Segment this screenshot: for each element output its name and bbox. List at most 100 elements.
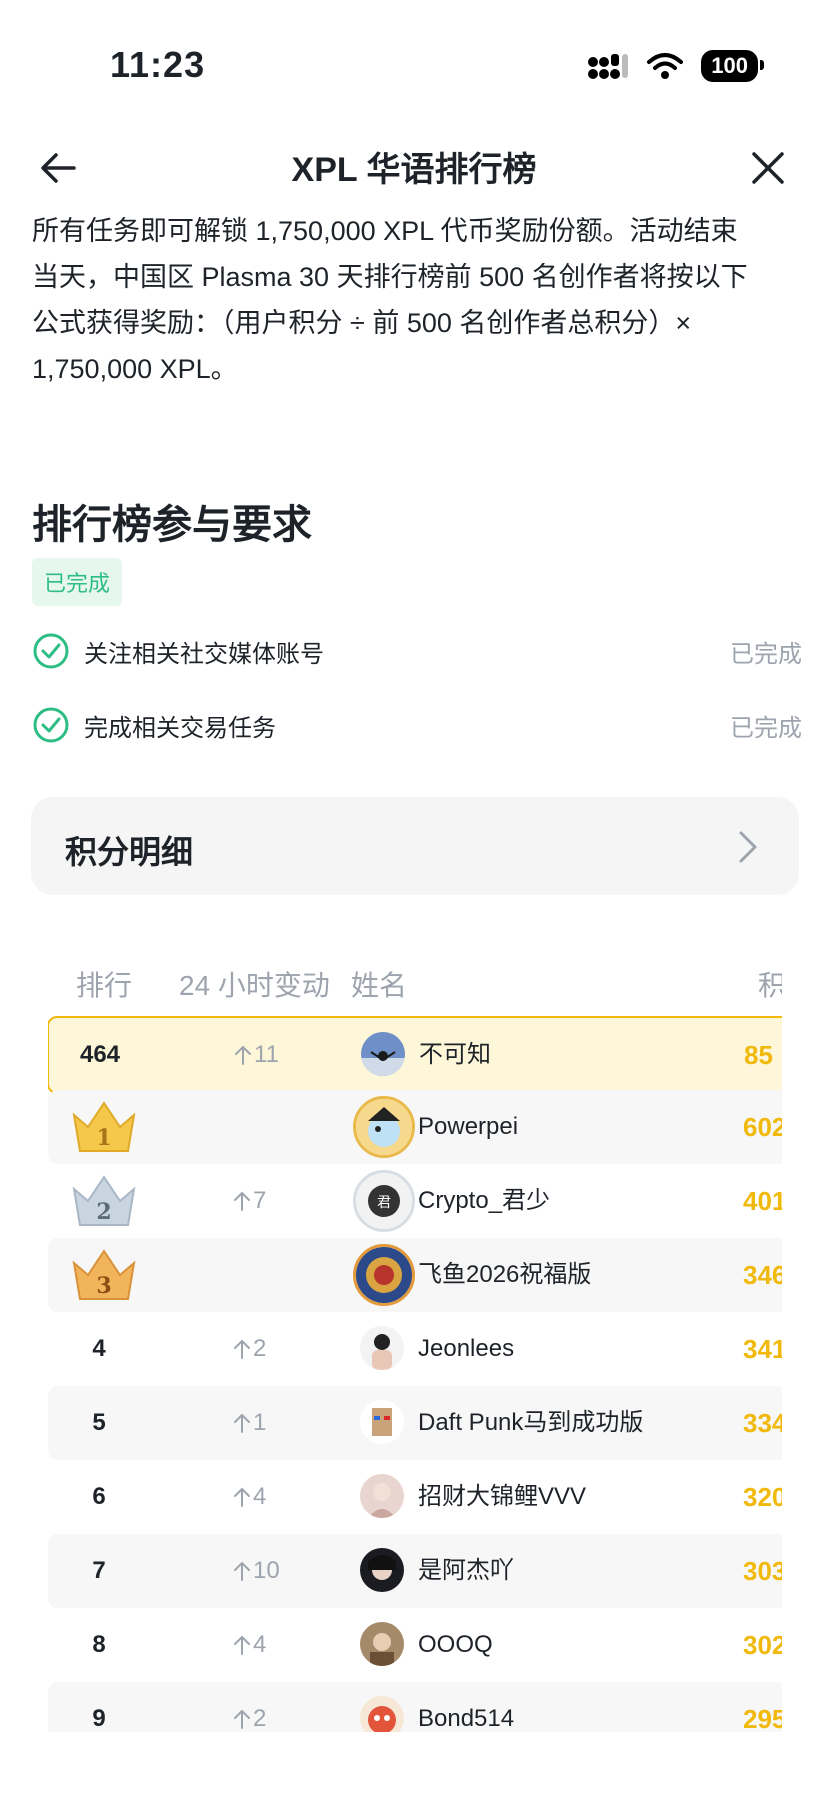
svg-text:君: 君 — [377, 1195, 391, 1211]
battery-indicator: 100 — [701, 50, 764, 82]
table-row[interactable]: 6 4 招财大锦鲤VVV 320 — [48, 1460, 782, 1534]
rank-change: 11 — [234, 1018, 279, 1092]
user-name: Bond514 — [418, 1705, 515, 1732]
status-icons: 100 — [587, 50, 764, 82]
table-row[interactable]: 4 2 Jeonlees 341 — [48, 1312, 782, 1386]
svg-text:2: 2 — [96, 1199, 111, 1225]
my-rank-row[interactable]: 464 11 不可知 85 — [48, 1016, 782, 1094]
arrow-up-icon — [234, 1635, 250, 1655]
chevron-right-icon — [739, 831, 757, 863]
points-detail-label: 积分明细 — [65, 834, 194, 870]
user-score: 85 — [744, 1040, 773, 1070]
user-name: 不可知 — [419, 1041, 491, 1068]
rank-change: 2 — [233, 1682, 266, 1732]
description-line: 当天，中国区 Plasma 30 天排行榜前 500 名创作者将按以下 — [32, 262, 748, 292]
avatar — [360, 1474, 404, 1518]
table-row[interactable]: 1 Powerpei 602 — [48, 1090, 782, 1164]
user-name: Powerpei — [418, 1113, 519, 1140]
svg-text:3: 3 — [96, 1273, 111, 1299]
rank-change: 7 — [233, 1164, 266, 1238]
rank-number: 8 — [92, 1631, 106, 1658]
table-row[interactable]: 2 7 君 Crypto_君少 401 — [48, 1164, 782, 1238]
svg-text:1: 1 — [96, 1125, 111, 1151]
user-score: 602 — [743, 1112, 782, 1142]
silver-crown-icon: 2 — [72, 1175, 136, 1226]
rank-change: 4 — [233, 1608, 266, 1682]
user-score: 346 — [743, 1260, 782, 1290]
user-score: 295 — [743, 1704, 782, 1732]
wifi-icon — [647, 53, 684, 79]
table-row[interactable]: 5 1 Daft Punk马到成功版 334 — [48, 1386, 782, 1460]
user-name: 是阿杰吖 — [418, 1557, 514, 1584]
table-row[interactable]: 8 4 OOOQ 302 — [48, 1608, 782, 1682]
rank-number: 7 — [92, 1557, 106, 1584]
arrow-up-icon — [234, 1413, 250, 1433]
rank-number: 6 — [92, 1483, 106, 1510]
status-bar: 11:23 100 — [0, 0, 828, 130]
task-item-trading: 完成相关交易任务 已完成 — [32, 700, 802, 750]
header-change: 24 小时变动 — [179, 970, 330, 1001]
reward-description: 所有任务即可解锁 1,750,000 XPL 代币奖励份额。活动结束 当天，中国… — [32, 208, 802, 392]
close-icon[interactable] — [744, 144, 792, 192]
requirements-title: 排行榜参与要求 — [32, 503, 312, 547]
rank-change: 10 — [233, 1534, 280, 1608]
avatar — [353, 1096, 415, 1158]
arrow-up-icon — [234, 1561, 250, 1581]
header-score: 积 — [758, 970, 782, 1001]
avatar — [360, 1622, 404, 1666]
status-time: 11:23 — [110, 44, 206, 85]
rank-number: 9 — [92, 1705, 106, 1732]
page-title: XPL 华语排行榜 — [291, 151, 537, 189]
user-score: 302 — [743, 1630, 782, 1660]
table-row[interactable]: 9 2 Bond514 295 — [48, 1682, 782, 1732]
user-name: 飞鱼2026祝福版 — [418, 1261, 592, 1288]
avatar — [360, 1548, 404, 1592]
user-score: 334 — [743, 1408, 782, 1438]
user-name: Jeonlees — [418, 1335, 515, 1362]
rank-change: 2 — [233, 1312, 266, 1386]
user-score: 401 — [743, 1186, 782, 1216]
avatar — [353, 1244, 415, 1306]
rank-change: 1 — [233, 1386, 266, 1460]
points-detail-button[interactable]: 积分明细 — [31, 797, 799, 895]
table-row[interactable]: 7 10 是阿杰吖 303 — [48, 1534, 782, 1608]
arrow-up-icon — [234, 1191, 250, 1211]
bronze-crown-icon: 3 — [72, 1249, 136, 1300]
task-label: 完成相关交易任务 — [84, 714, 276, 742]
user-score: 341 — [743, 1334, 782, 1364]
rank-number: 5 — [92, 1409, 106, 1436]
user-score: 320 — [743, 1482, 782, 1512]
rank-number: 464 — [79, 1041, 121, 1068]
leaderboard-table[interactable]: 排行 24 小时变动 姓名 积 464 11 不可知 85 1 Powerpei… — [48, 950, 782, 1732]
table-header: 排行 24 小时变动 姓名 积 — [48, 950, 782, 1016]
header-rank: 排行 — [76, 970, 133, 1001]
gold-crown-icon: 1 — [72, 1101, 136, 1152]
avatar — [360, 1326, 404, 1370]
user-name: Crypto_君少 — [418, 1187, 551, 1214]
arrow-up-icon — [234, 1709, 250, 1729]
user-name: OOOQ — [418, 1631, 493, 1658]
task-status: 已完成 — [730, 640, 802, 668]
scroll-fade — [0, 200, 828, 216]
task-item-follow-social: 关注相关社交媒体账号 已完成 — [32, 626, 802, 676]
check-circle-icon — [33, 633, 69, 669]
check-circle-icon — [33, 707, 69, 743]
task-label: 关注相关社交媒体账号 — [84, 640, 324, 668]
rank-number: 4 — [92, 1335, 106, 1362]
arrow-up-icon — [234, 1487, 250, 1507]
signal-icon — [588, 54, 629, 79]
arrow-up-icon — [234, 1339, 250, 1359]
arrow-up-icon — [235, 1045, 251, 1065]
description-line: 公式获得奖励：（用户积分 ÷ 前 500 名创作者总积分）× — [32, 308, 692, 338]
task-status: 已完成 — [730, 714, 802, 742]
user-score: 303 — [743, 1556, 782, 1586]
header-name: 姓名 — [351, 970, 408, 1001]
avatar — [360, 1400, 404, 1444]
user-name: 招财大锦鲤VVV — [418, 1483, 587, 1510]
avatar — [360, 1696, 404, 1732]
status-badge: 已完成 — [32, 558, 123, 606]
description-line: 1,750,000 XPL。 — [32, 354, 238, 384]
avatar — [361, 1032, 405, 1076]
avatar: 君 — [353, 1170, 415, 1232]
table-row[interactable]: 3 飞鱼2026祝福版 346 — [48, 1238, 782, 1312]
